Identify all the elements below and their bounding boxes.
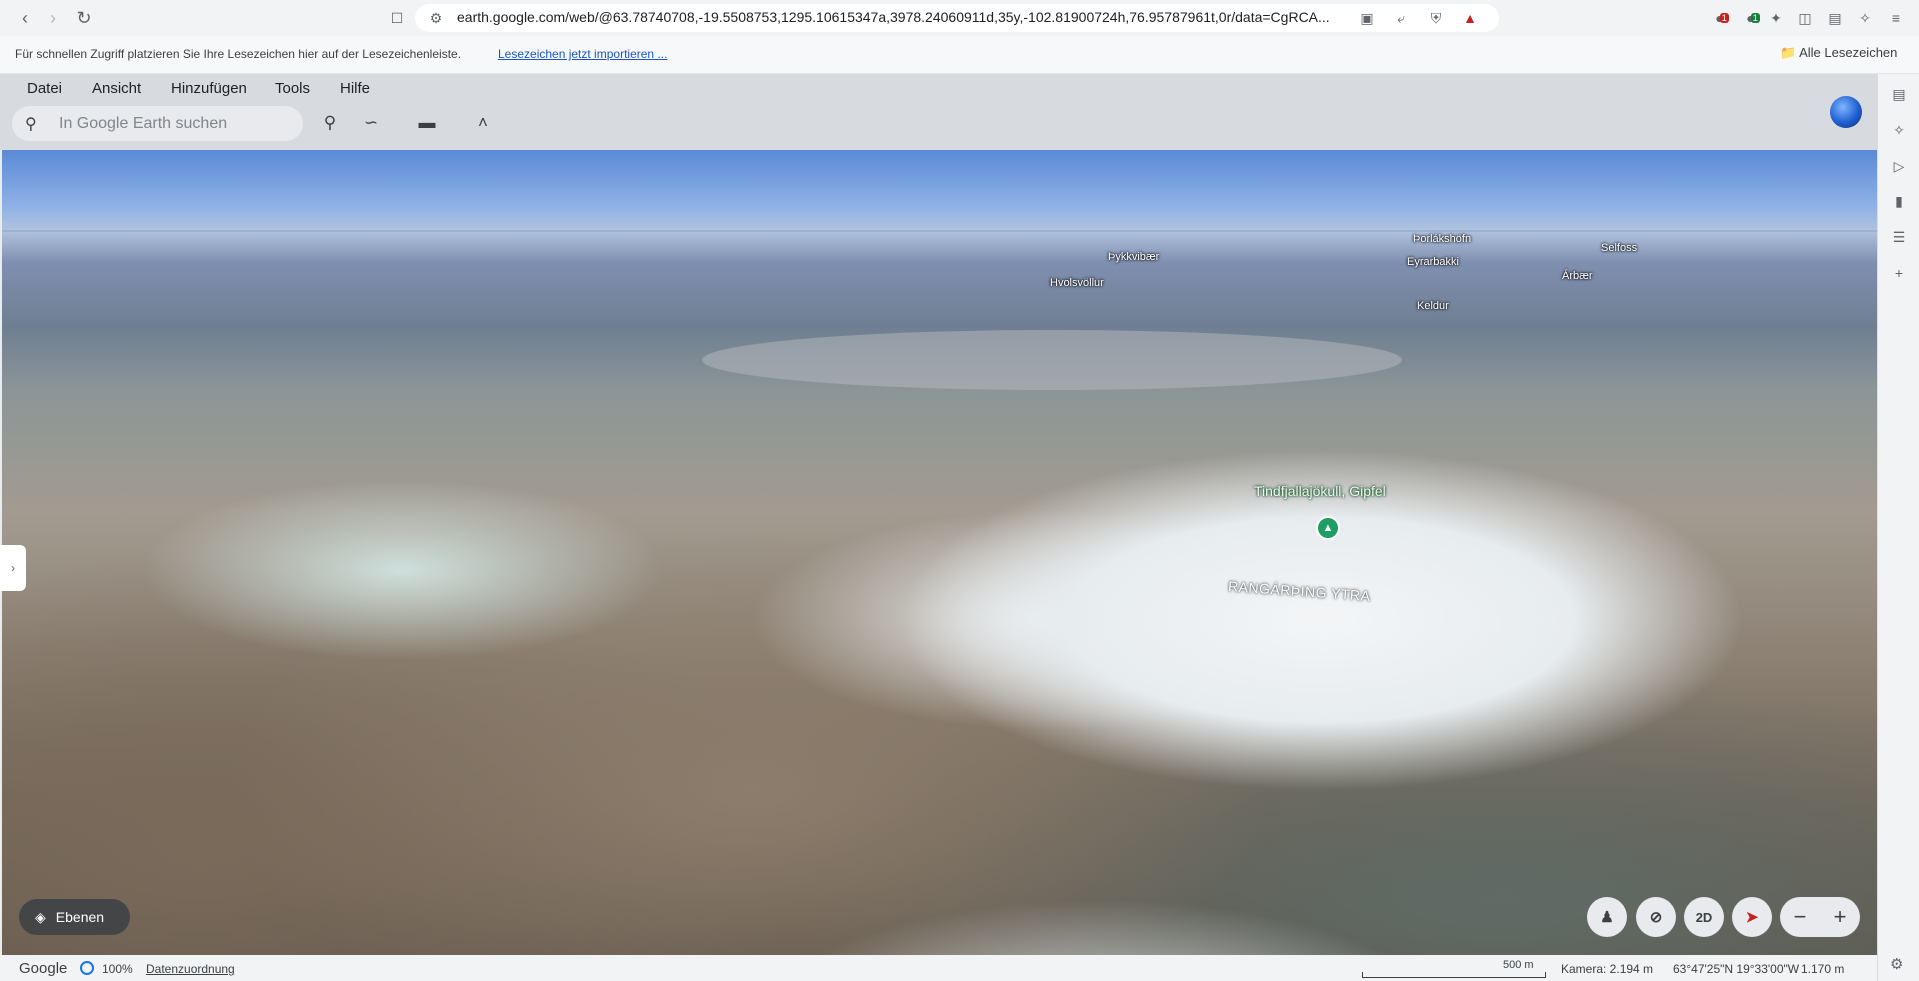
extension-icon-1[interactable]: ●1 <box>1712 8 1732 28</box>
coordinates: 63°47'25"N 19°33'00"W <box>1673 962 1800 976</box>
place-label[interactable]: Keldur <box>1417 300 1449 312</box>
reading-list-icon[interactable]: ☰ <box>1889 227 1909 247</box>
account-avatar[interactable] <box>1830 96 1862 128</box>
layers-button[interactable]: ◈ Ebenen <box>19 899 130 935</box>
google-logo: Google <box>19 960 68 977</box>
chevron-right-icon: › <box>11 561 15 575</box>
menu-tools[interactable]: Tools <box>275 80 310 97</box>
attribution-link[interactable]: Datenzuordnung <box>146 962 235 976</box>
reload-icon[interactable]: ↻ <box>72 6 96 30</box>
back-arrow-icon[interactable]: ‹ <box>13 6 37 30</box>
place-label[interactable]: Árbær <box>1562 270 1593 282</box>
elevation: 1.170 m <box>1801 962 1845 976</box>
summit-pin-icon[interactable]: ▲ <box>1316 516 1340 540</box>
bookmarks-side-icon[interactable]: ▮ <box>1889 191 1909 211</box>
chevron-up-icon[interactable]: ˄ <box>470 110 496 136</box>
view-2d-button[interactable]: 2D <box>1684 897 1724 937</box>
ruler-icon[interactable]: ▬ <box>414 110 440 136</box>
scale-label: 500 m <box>1503 959 1534 971</box>
path-icon[interactable]: ∽ <box>358 110 384 136</box>
media-side-icon[interactable]: ▷ <box>1889 156 1909 176</box>
import-bookmarks-link[interactable]: Lesezeichen jetzt importieren ... <box>498 47 667 61</box>
extension-badge: 1 <box>1719 13 1729 23</box>
camera-altitude: Kamera: 2.194 m <box>1561 962 1654 976</box>
layers-icon: ◈ <box>35 908 46 925</box>
wallet-side-icon[interactable]: ▤ <box>1889 84 1909 104</box>
menu-icon[interactable]: ≡ <box>1886 8 1906 28</box>
loading-progress: 100% <box>102 962 133 976</box>
loading-indicator-icon <box>80 961 94 975</box>
layers-label: Ebenen <box>55 909 105 925</box>
url-text[interactable]: earth.google.com/web/@63.78740708,-19.55… <box>457 9 1342 25</box>
extension-badge: 1 <box>1750 13 1760 23</box>
scale-bar <box>1362 972 1546 978</box>
ai-sparkle-icon[interactable]: ✧ <box>1855 8 1875 28</box>
folder-icon: 📁 <box>1780 45 1797 60</box>
extension-icon-2[interactable]: ●1 <box>1743 8 1763 28</box>
sidebar-icon[interactable]: ◫ <box>1795 8 1815 28</box>
location-off-icon[interactable]: ⊘ <box>1636 897 1676 937</box>
menu-datei[interactable]: Datei <box>27 80 62 97</box>
gear-icon[interactable]: ⚙ <box>1890 955 1903 973</box>
bookmarks-hint: Für schnellen Zugriff platzieren Sie Ihr… <box>15 47 462 61</box>
distant-plain <box>702 330 1402 390</box>
zoom-in-button[interactable]: + <box>1820 897 1860 937</box>
compass-icon[interactable]: ➤ <box>1732 897 1772 937</box>
share-icon[interactable]: ⤶ <box>1391 8 1411 28</box>
shield-icon[interactable]: ⛨ <box>1426 8 1446 28</box>
warning-triangle-icon[interactable]: ▲ <box>1460 8 1480 28</box>
place-label[interactable]: Hvolsvöllur <box>1050 277 1104 289</box>
wallet-icon[interactable]: ▤ <box>1825 8 1845 28</box>
search-icon: ⚲ <box>25 116 37 133</box>
site-settings-icon[interactable]: ⚙ <box>426 8 446 28</box>
forward-arrow-icon[interactable]: › <box>41 6 65 30</box>
place-label[interactable]: Selfoss <box>1601 242 1637 254</box>
expand-panel-tab[interactable]: › <box>0 545 26 591</box>
place-label[interactable]: Þykkvibær <box>1108 251 1159 263</box>
zoom-out-button[interactable]: − <box>1780 897 1820 937</box>
all-bookmarks-label: Alle Lesezeichen <box>1799 45 1898 60</box>
all-bookmarks-button[interactable]: 📁 Alle Lesezeichen <box>1780 45 1897 61</box>
horizon-line <box>2 230 1877 232</box>
placemark-icon[interactable]: ⚲ <box>317 110 343 136</box>
place-label[interactable]: Eyrarbakki <box>1407 256 1459 268</box>
add-icon[interactable]: + <box>1889 263 1909 283</box>
pegman-icon[interactable]: ♟ <box>1587 897 1627 937</box>
menu-hilfe[interactable]: Hilfe <box>340 80 370 97</box>
place-label[interactable]: Þorlákshöfn <box>1413 233 1471 245</box>
install-app-icon[interactable]: ▣ <box>1357 8 1377 28</box>
search-input[interactable]: In Google Earth suchen <box>59 115 227 133</box>
bookmark-icon[interactable]: ☐ <box>385 6 409 30</box>
puzzle-icon[interactable]: ✦ <box>1766 8 1786 28</box>
menu-ansicht[interactable]: Ansicht <box>92 80 141 97</box>
earth-3d-view[interactable] <box>2 150 1877 955</box>
menu-hinzufuegen[interactable]: Hinzufügen <box>171 80 247 97</box>
summit-label[interactable]: Tindfjallajökull, Gipfel <box>1254 483 1386 499</box>
ai-side-icon[interactable]: ✧ <box>1889 120 1909 140</box>
